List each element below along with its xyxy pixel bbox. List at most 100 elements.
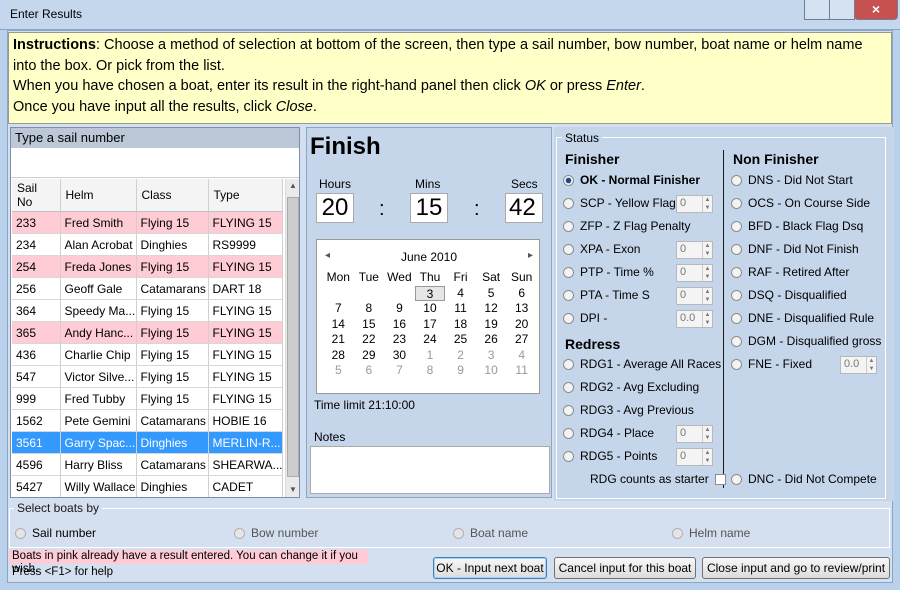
table-row[interactable]: 4596 Harry Bliss Catamarans SHEARWA... xyxy=(12,453,283,476)
finisher-dpi-option[interactable]: DPI - xyxy=(563,311,607,325)
mins-input[interactable]: 15 xyxy=(410,193,448,223)
nonfinisher-dsq-radio[interactable] xyxy=(731,289,742,301)
redress-rdg3-option[interactable]: RDG3 - Avg Previous xyxy=(563,403,694,417)
select-boat-name[interactable]: Boat name xyxy=(453,526,528,540)
spin-down-icon[interactable]: ▼ xyxy=(702,434,712,442)
finisher-xpa-spinner[interactable]: 0 ▲ ▼ xyxy=(676,241,713,259)
calendar-day[interactable]: 8 xyxy=(354,301,385,317)
calendar-day[interactable]: 11 xyxy=(506,363,537,379)
spin-up-icon[interactable]: ▲ xyxy=(702,242,712,250)
boat-list-scrollbar[interactable]: ▲ ▼ xyxy=(285,179,299,497)
calendar-day[interactable]: 29 xyxy=(354,348,385,364)
calendar-day[interactable]: 12 xyxy=(476,301,507,317)
calendar-day[interactable]: 20 xyxy=(506,317,537,333)
calendar-day[interactable]: 28 xyxy=(323,348,354,364)
dnc-option[interactable]: DNC - Did Not Compete xyxy=(731,472,877,486)
select-sail-number[interactable]: Sail number xyxy=(15,526,96,540)
finisher-scp-radio[interactable] xyxy=(563,197,574,209)
calendar-day[interactable]: 24 xyxy=(415,332,446,348)
cancel-input-button[interactable]: Cancel input for this boat xyxy=(554,557,696,579)
calendar-day[interactable]: 27 xyxy=(506,332,537,348)
notes-input[interactable] xyxy=(310,446,550,494)
table-row[interactable]: 999 Fred Tubby Flying 15 FLYING 15 xyxy=(12,387,283,410)
spin-up-icon[interactable]: ▲ xyxy=(702,311,712,319)
calendar-day[interactable]: 6 xyxy=(506,286,537,302)
calendar-day[interactable]: 7 xyxy=(384,363,415,379)
table-row[interactable]: 364 Speedy Ma... Flying 15 FLYING 15 xyxy=(12,299,283,322)
search-input[interactable] xyxy=(11,148,299,178)
calendar-day[interactable]: 3 xyxy=(476,348,507,364)
nonfinisher-dne-radio[interactable] xyxy=(731,312,742,324)
finisher-pta-spinner[interactable]: 0 ▲ ▼ xyxy=(676,287,713,305)
finisher-ptp-option[interactable]: PTP - Time % xyxy=(563,265,654,279)
redress-rdg1-radio[interactable] xyxy=(563,358,574,370)
scroll-thumb[interactable] xyxy=(287,197,299,477)
finisher-scp-option[interactable]: SCP - Yellow Flag xyxy=(563,196,676,210)
finisher-xpa-radio[interactable] xyxy=(563,243,574,255)
calendar-day[interactable]: 9 xyxy=(384,301,415,317)
table-row[interactable]: 436 Charlie Chip Flying 15 FLYING 15 xyxy=(12,343,283,366)
calendar-day[interactable]: 16 xyxy=(384,317,415,333)
boat-name-radio[interactable] xyxy=(453,527,464,539)
redress-rdg1-option[interactable]: RDG1 - Average All Races xyxy=(563,357,721,371)
table-row[interactable]: 234 Alan Acrobat Dinghies RS9999 xyxy=(12,233,283,256)
table-row[interactable]: 233 Fred Smith Flying 15 FLYING 15 xyxy=(12,211,283,234)
rdg-counts-checkbox[interactable] xyxy=(714,473,726,485)
nonfinisher-dnf-radio[interactable] xyxy=(731,243,742,255)
maximize-button[interactable] xyxy=(829,0,855,20)
redress-rdg5-spinner[interactable]: 0 ▲ ▼ xyxy=(676,448,713,466)
finisher-dpi-radio[interactable] xyxy=(563,312,574,324)
calendar-day[interactable]: 10 xyxy=(415,301,446,317)
calendar-day[interactable]: 6 xyxy=(354,363,385,379)
calendar-day[interactable]: 11 xyxy=(445,301,476,317)
finisher-scp-spinner[interactable]: 0 ▲ ▼ xyxy=(676,195,713,213)
calendar-day[interactable]: 26 xyxy=(476,332,507,348)
nonfinisher-dnf-option[interactable]: DNF - Did Not Finish xyxy=(731,242,859,256)
column-header[interactable]: Sail No xyxy=(12,179,61,212)
calendar-day[interactable]: 17 xyxy=(415,317,446,333)
nonfinisher-ocs-option[interactable]: OCS - On Course Side xyxy=(731,196,870,210)
finisher-pta-option[interactable]: PTA - Time S xyxy=(563,288,650,302)
calendar-day[interactable]: 10 xyxy=(476,363,507,379)
nonfinisher-fne-radio[interactable] xyxy=(731,358,742,370)
nonfinisher-raf-option[interactable]: RAF - Retired After xyxy=(731,265,849,279)
calendar-day[interactable]: 2 xyxy=(445,348,476,364)
nonfinisher-dgm-option[interactable]: DGM - Disqualified gross xyxy=(731,334,881,348)
finisher-ptp-radio[interactable] xyxy=(563,266,574,278)
finisher-pta-radio[interactable] xyxy=(563,289,574,301)
calendar-day[interactable]: 30 xyxy=(384,348,415,364)
hours-input[interactable]: 20 xyxy=(316,193,354,223)
finisher-zfp-radio[interactable] xyxy=(563,220,574,232)
nonfinisher-dns-radio[interactable] xyxy=(731,174,742,186)
select-bow-number[interactable]: Bow number xyxy=(234,526,318,540)
spin-up-icon[interactable]: ▲ xyxy=(702,426,712,434)
redress-rdg5-option[interactable]: RDG5 - Points xyxy=(563,449,657,463)
spin-up-icon[interactable]: ▲ xyxy=(702,196,712,204)
nonfinisher-dgm-radio[interactable] xyxy=(731,335,742,347)
table-row[interactable]: 256 Geoff Gale Catamarans DART 18 xyxy=(12,277,283,300)
spin-up-icon[interactable]: ▲ xyxy=(702,265,712,273)
calendar-day[interactable]: 23 xyxy=(384,332,415,348)
table-row[interactable]: 5427 Willy Wallace Dinghies CADET xyxy=(12,475,283,497)
spin-down-icon[interactable]: ▼ xyxy=(702,250,712,258)
calendar-day[interactable]: 18 xyxy=(445,317,476,333)
nonfinisher-dns-option[interactable]: DNS - Did Not Start xyxy=(731,173,853,187)
select-helm-name[interactable]: Helm name xyxy=(672,526,750,540)
spin-up-icon[interactable]: ▲ xyxy=(866,357,876,365)
close-input-button[interactable]: Close input and go to review/print xyxy=(702,557,890,579)
calendar-day[interactable]: 22 xyxy=(354,332,385,348)
close-icon[interactable]: × xyxy=(854,0,898,20)
redress-rdg4-option[interactable]: RDG4 - Place xyxy=(563,426,654,440)
column-header[interactable]: Helm xyxy=(60,179,137,212)
secs-input[interactable]: 42 xyxy=(505,193,543,223)
spin-down-icon[interactable]: ▼ xyxy=(866,365,876,373)
calendar-day[interactable]: 5 xyxy=(476,286,507,302)
rdg-counts-checkbox-row[interactable]: RDG counts as starter xyxy=(590,472,726,486)
table-row[interactable]: 3561 Garry Spac... Dinghies MERLIN-R... xyxy=(12,431,283,454)
column-header[interactable]: Type xyxy=(208,179,283,212)
minimize-button[interactable] xyxy=(804,0,830,20)
column-header[interactable]: Class xyxy=(136,179,209,212)
bow-number-radio[interactable] xyxy=(234,527,245,539)
dnc-radio[interactable] xyxy=(731,473,742,485)
redress-rdg2-radio[interactable] xyxy=(563,381,574,393)
